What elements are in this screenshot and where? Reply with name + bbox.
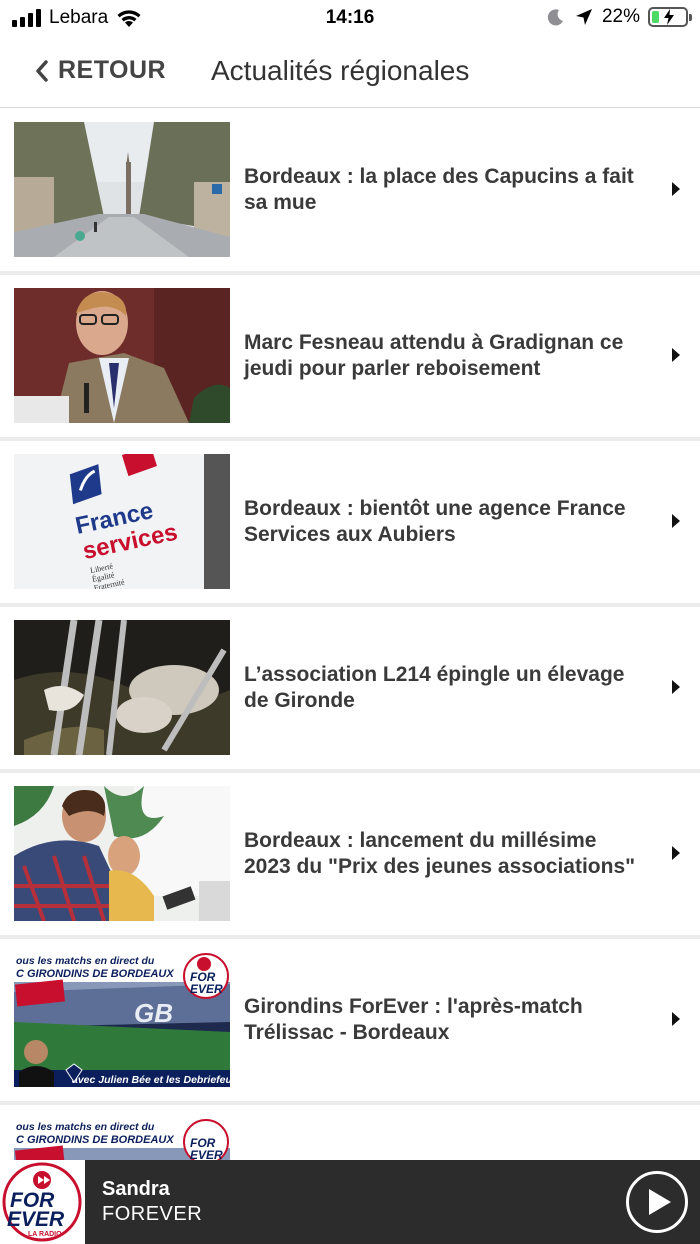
article-thumbnail	[14, 122, 230, 257]
article-thumbnail	[14, 620, 230, 755]
news-item[interactable]: ous les matchs en direct du C GIRONDINS …	[0, 939, 700, 1101]
carrier-name: Lebara	[49, 7, 109, 28]
news-item[interactable]: Bordeaux : la place des Capucins a fait …	[0, 109, 700, 271]
wifi-icon	[117, 10, 141, 27]
page-title: Actualités régionales	[211, 55, 470, 86]
charging-bolt-icon	[664, 9, 674, 25]
article-title: Girondins ForEver : l'après-match Trélis…	[244, 995, 583, 1044]
player-station: Sandra	[102, 1178, 170, 1200]
svg-text:LA RADIO: LA RADIO	[28, 1231, 62, 1238]
play-button[interactable]	[626, 1171, 688, 1233]
svg-text:EVER: EVER	[190, 1148, 223, 1160]
battery-icon	[648, 7, 692, 27]
news-list[interactable]: Bordeaux : la place des Capucins a fait …	[0, 109, 700, 1160]
play-icon	[649, 1189, 671, 1215]
status-bar: Lebara 14:16 22%	[0, 0, 700, 36]
status-left: Lebara	[12, 7, 142, 29]
chevron-left-icon	[36, 59, 48, 82]
svg-text:ous les matchs en direct du: ous les matchs en direct du	[16, 1121, 155, 1133]
news-item[interactable]: Bordeaux : lancement du millésime 2023 d…	[0, 773, 700, 935]
banner-line1: ous les matchs en direct du	[16, 955, 155, 967]
article-title: Marc Fesneau attendu à Gradignan ce jeud…	[244, 331, 624, 380]
back-label: RETOUR	[58, 56, 167, 84]
banner-line2: C GIRONDINS DE BORDEAUX	[16, 968, 174, 980]
article-thumbnail: ous les matchs en direct du C GIRONDINS …	[14, 952, 230, 1087]
article-title	[244, 1105, 644, 1160]
article-thumbnail	[14, 786, 230, 921]
article-title: Bordeaux : bientôt une agence France Ser…	[244, 497, 626, 546]
caret-right-icon	[672, 680, 680, 694]
news-item[interactable]: France services Liberté Égalité Fraterni…	[0, 441, 700, 603]
caret-right-icon	[672, 348, 680, 362]
caret-right-icon	[672, 182, 680, 196]
svg-text:C GIRONDINS DE BORDEAUX: C GIRONDINS DE BORDEAUX	[16, 1134, 174, 1146]
news-item[interactable]: Marc Fesneau attendu à Gradignan ce jeud…	[0, 275, 700, 437]
caret-right-icon	[672, 514, 680, 528]
location-arrow-icon	[575, 9, 592, 25]
svg-text:EVER: EVER	[190, 982, 223, 996]
article-thumbnail	[14, 288, 230, 423]
mini-player[interactable]: FOR EVER LA RADIO Sandra FOREVER	[0, 1160, 700, 1244]
svg-text:EVER: EVER	[7, 1208, 65, 1231]
article-thumbnail: ous les matchs en direct du C GIRONDINS …	[14, 1118, 230, 1160]
news-item[interactable]: ous les matchs en direct du C GIRONDINS …	[0, 1105, 700, 1160]
moon-icon	[547, 9, 563, 26]
article-title: L’association L214 épingle un élevage de…	[244, 663, 625, 712]
article-title: Bordeaux : lancement du millésime 2023 d…	[244, 829, 636, 878]
battery-percent: 22%	[601, 6, 640, 27]
article-title: Bordeaux : la place des Capucins a fait …	[244, 165, 634, 214]
nav-bar: RETOUR Actualités régionales	[0, 36, 700, 108]
battery-level	[652, 11, 659, 23]
caret-right-icon	[672, 1012, 680, 1026]
news-item[interactable]: L’association L214 épingle un élevage de…	[0, 607, 700, 769]
status-right: 22%	[546, 6, 692, 28]
player-program: FOREVER	[102, 1203, 203, 1225]
station-logo: FOR EVER LA RADIO	[0, 1160, 85, 1244]
svg-text:GB: GB	[134, 998, 173, 1028]
signal-icon	[12, 9, 41, 27]
article-thumbnail: France services Liberté Égalité Fraterni…	[14, 454, 230, 589]
banner-footer: avec Julien Bée et les Debriefeur	[72, 1074, 230, 1086]
back-button[interactable]: RETOUR	[34, 56, 166, 85]
caret-right-icon	[672, 846, 680, 860]
